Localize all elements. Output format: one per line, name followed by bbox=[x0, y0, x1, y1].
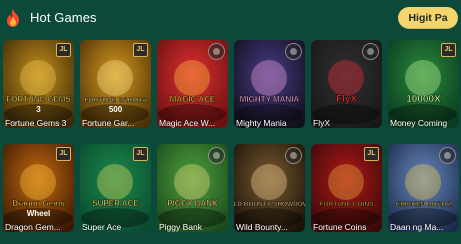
game-art-title: MIGHTY MANIA bbox=[240, 95, 300, 104]
section-header: Hot Games Higit Pa bbox=[0, 0, 461, 36]
game-card[interactable]: Dragon Gems Wheel JL Dragon Gem... bbox=[3, 144, 74, 244]
game-card[interactable]: FORTUNE GARUDA 500 JL Fortune Gar... bbox=[80, 40, 151, 140]
game-card[interactable]: PIGGY BANK Piggy Bank bbox=[157, 144, 228, 244]
game-name: Fortune Coins bbox=[313, 222, 367, 232]
game-name: Super Ace bbox=[82, 222, 122, 232]
section-title: Hot Games bbox=[30, 10, 97, 25]
game-card[interactable]: 10000X JL Money Coming bbox=[388, 40, 459, 140]
game-name: Money Coming bbox=[390, 118, 448, 128]
game-art-title: Dragon Gems bbox=[12, 199, 65, 208]
game-name: Magic Ace W... bbox=[159, 118, 216, 128]
game-name: Wild Bounty... bbox=[236, 222, 288, 232]
game-name: Daan ng Ma... bbox=[390, 222, 444, 232]
game-art-title: CHICKEN ROAD 2 bbox=[396, 201, 452, 208]
game-art-subtitle: Wheel bbox=[27, 209, 51, 218]
favorite-icon[interactable] bbox=[285, 147, 302, 164]
game-name: Mighty Mania bbox=[236, 118, 287, 128]
game-art-title: SUPER ACE bbox=[92, 199, 139, 208]
see-more-button[interactable]: Higit Pa bbox=[398, 7, 458, 29]
badge-jl-icon: JL bbox=[364, 147, 379, 161]
flame-icon bbox=[5, 9, 21, 27]
game-name: FlyX bbox=[313, 118, 330, 128]
game-name: Piggy Bank bbox=[159, 222, 202, 232]
badge-jl-icon: JL bbox=[56, 43, 71, 57]
game-name: Fortune Gems 3 bbox=[5, 118, 67, 128]
game-card[interactable]: FORTUNE COINS JL Fortune Coins bbox=[311, 144, 382, 244]
game-art-title: FORTUNE GARUDA bbox=[85, 97, 147, 104]
badge-jl-icon: JL bbox=[441, 43, 456, 57]
game-art-subtitle: 500 bbox=[109, 105, 123, 114]
game-art-title: FORTUNE GEMS bbox=[6, 95, 71, 104]
game-art-subtitle: 3 bbox=[36, 105, 41, 114]
game-art-title: 10000X bbox=[406, 94, 441, 105]
favorite-icon[interactable] bbox=[362, 43, 379, 60]
game-card[interactable]: FlyX FlyX bbox=[311, 40, 382, 140]
game-name: Fortune Gar... bbox=[82, 118, 135, 128]
game-card[interactable]: CHICKEN ROAD 2 Daan ng Ma... bbox=[388, 144, 459, 244]
game-card[interactable]: MAGIC ACE Magic Ace W... bbox=[157, 40, 228, 140]
badge-jl-icon: JL bbox=[56, 147, 71, 161]
badge-jl-icon: JL bbox=[133, 147, 148, 161]
favorite-icon[interactable] bbox=[439, 147, 456, 164]
favorite-icon[interactable] bbox=[285, 43, 302, 60]
game-art-title: FORTUNE COINS bbox=[320, 201, 374, 208]
badge-jl-icon: JL bbox=[133, 43, 148, 57]
game-card[interactable]: MIGHTY MANIA Mighty Mania bbox=[234, 40, 305, 140]
game-art-title: PIGGY BANK bbox=[167, 199, 218, 208]
game-art-title: WILD BOUNTY SHOWDOWN bbox=[234, 201, 305, 208]
game-art-title: MAGIC ACE bbox=[170, 95, 216, 104]
favorite-icon[interactable] bbox=[208, 147, 225, 164]
favorite-icon[interactable] bbox=[208, 43, 225, 60]
game-card[interactable]: FORTUNE GEMS 3 JL Fortune Gems 3 bbox=[3, 40, 74, 140]
game-card[interactable]: WILD BOUNTY SHOWDOWN Wild Bounty... bbox=[234, 144, 305, 244]
game-card[interactable]: SUPER ACE JL Super Ace bbox=[80, 144, 151, 244]
game-name: Dragon Gem... bbox=[5, 222, 61, 232]
game-art-title: FlyX bbox=[336, 94, 357, 105]
